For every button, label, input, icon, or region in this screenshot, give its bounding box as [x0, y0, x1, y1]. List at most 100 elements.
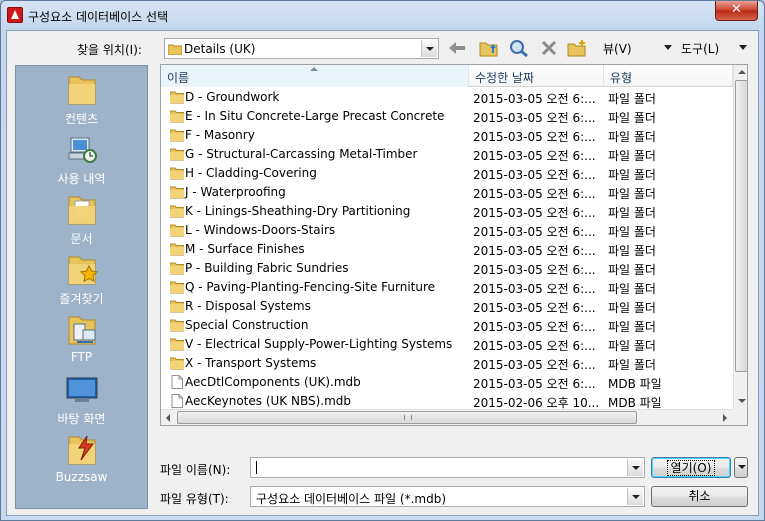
up-folder-icon[interactable]	[479, 39, 499, 57]
open-button[interactable]: 열기(O)	[651, 457, 731, 478]
place-content[interactable]: 컨텐츠	[16, 70, 147, 130]
file-list[interactable]: 이름 수정한 날짜 유형 D - Groundwork 2015-03-05 오전…	[160, 64, 748, 426]
scroll-up-icon[interactable]	[734, 65, 747, 80]
folder-row[interactable]: P - Building Fabric Sundries 2015-03-05 오…	[161, 259, 733, 278]
views-label: 뷰(V)	[603, 42, 632, 56]
scroll-left-icon[interactable]	[161, 410, 177, 425]
file-name: Special Construction	[185, 318, 309, 332]
place-favorites[interactable]: 즐겨찾기	[16, 250, 147, 310]
column-header: 이름 수정한 날짜 유형	[161, 65, 733, 87]
folder-row[interactable]: D - Groundwork 2015-03-05 오전 6:... 파일 폴더	[161, 88, 733, 107]
filetype-select[interactable]: 구성요소 데이터베이스 파일 (*.mdb)	[250, 486, 645, 507]
vertical-scrollbar[interactable]	[733, 65, 747, 409]
folder-icon	[170, 91, 184, 104]
folder-icon	[170, 281, 184, 294]
document-icon	[171, 375, 183, 389]
file-date: 2015-03-05 오전 6:...	[473, 320, 596, 334]
scroll-down-icon[interactable]	[734, 394, 747, 409]
file-date: 2015-03-05 오전 6:...	[473, 130, 596, 144]
file-name: L - Windows-Doors-Stairs	[185, 223, 336, 237]
folder-icon	[170, 338, 184, 351]
file-date: 2015-03-05 오전 6:...	[473, 358, 596, 372]
column-name[interactable]: 이름	[161, 65, 469, 87]
folder-row[interactable]: K - Linings-Sheathing-Dry Partitioning 20…	[161, 202, 733, 221]
place-documents[interactable]: 문서	[16, 190, 147, 250]
vertical-scroll-thumb[interactable]	[735, 80, 747, 372]
folder-icon	[68, 76, 96, 105]
history-icon	[68, 137, 97, 163]
views-menu[interactable]: 뷰(V)	[601, 39, 672, 57]
column-date[interactable]: 수정한 날짜	[469, 65, 604, 87]
folder-icon	[170, 148, 184, 161]
close-button[interactable]: ✕	[715, 1, 758, 21]
folder-row[interactable]: G - Structural-Carcassing Metal-Timber 20…	[161, 145, 733, 164]
window-title: 구성요소 데이터베이스 선택	[28, 10, 169, 24]
folder-row[interactable]: Q - Paving-Planting-Fencing-Site Furnitu…	[161, 278, 733, 297]
file-type: 파일 폴더	[608, 358, 656, 372]
folder-row[interactable]: L - Windows-Doors-Stairs 2015-03-05 오전 6:…	[161, 221, 733, 240]
lookin-label: 찾을 위치(I):	[77, 43, 142, 57]
filetype-label: 파일 유형(T):	[160, 492, 229, 506]
file-name: K - Linings-Sheathing-Dry Partitioning	[185, 204, 411, 218]
column-type-label: 유형	[610, 71, 633, 85]
filename-input[interactable]	[250, 457, 645, 478]
filetype-value: 구성요소 데이터베이스 파일 (*.mdb)	[256, 492, 447, 506]
folder-row[interactable]: F - Masonry 2015-03-05 오전 6:... 파일 폴더	[161, 126, 733, 145]
lookin-value: Details (UK)	[184, 42, 256, 56]
file-date: 2015-03-05 오전 6:...	[473, 225, 596, 239]
tools-label: 도구(L)	[681, 42, 720, 56]
scroll-right-icon[interactable]	[717, 410, 733, 425]
file-type: 파일 폴더	[608, 111, 656, 125]
place-label: 문서	[70, 232, 93, 246]
file-name: M - Surface Finishes	[185, 242, 305, 256]
lookin-combo[interactable]: Details (UK)	[164, 38, 439, 59]
file-name: AecDtlComponents (UK).mdb	[185, 375, 361, 389]
open-options-dropdown[interactable]	[734, 457, 748, 478]
horizontal-scrollbar[interactable]	[161, 409, 733, 425]
autocad-app-icon	[7, 7, 23, 23]
folder-row[interactable]: V - Electrical Supply-Power-Lighting Sys…	[161, 335, 733, 354]
file-date: 2015-03-05 오전 6:...	[473, 168, 596, 182]
folder-icon	[170, 186, 184, 199]
delete-icon[interactable]	[539, 39, 559, 57]
folder-row[interactable]: H - Cladding-Covering 2015-03-05 오전 6:...…	[161, 164, 733, 183]
place-label: 컨텐츠	[64, 112, 99, 126]
place-ftp[interactable]: FTP	[16, 310, 147, 370]
document-icon	[171, 394, 183, 408]
file-name: Q - Paving-Planting-Fencing-Site Furnitu…	[185, 280, 436, 294]
file-date: 2015-03-05 오전 6:...	[473, 263, 596, 277]
folder-row[interactable]: M - Surface Finishes 2015-03-05 오전 6:... 파…	[161, 240, 733, 259]
file-type: 파일 폴더	[608, 263, 656, 277]
file-name: G - Structural-Carcassing Metal-Timber	[185, 147, 418, 161]
file-date: 2015-03-05 오전 6:...	[473, 244, 596, 258]
file-name: J - Waterproofing	[185, 185, 286, 199]
place-desktop[interactable]: 바탕 화면	[16, 370, 147, 430]
folder-icon	[170, 262, 184, 275]
place-label: Buzzsaw	[55, 470, 108, 484]
column-type[interactable]: 유형	[604, 65, 733, 87]
open-button-label: 열기(O)	[666, 460, 716, 476]
folder-icon	[170, 110, 184, 123]
chevron-down-icon[interactable]	[627, 459, 643, 476]
folder-row[interactable]: J - Waterproofing 2015-03-05 오전 6:... 파일 폴…	[161, 183, 733, 202]
back-icon[interactable]	[447, 39, 467, 57]
folder-row[interactable]: R - Disposal Systems 2015-03-05 오전 6:... 파…	[161, 297, 733, 316]
file-row[interactable]: AecDtlComponents (UK).mdb 2015-03-05 오전 6…	[161, 373, 733, 392]
cancel-button[interactable]: 취소	[651, 486, 748, 507]
horizontal-scroll-thumb[interactable]	[177, 411, 637, 424]
chevron-down-icon[interactable]	[627, 488, 643, 505]
title-bar[interactable]: 구성요소 데이터베이스 선택 ✕	[1, 1, 764, 29]
place-history[interactable]: 사용 내역	[16, 130, 147, 190]
new-folder-icon[interactable]	[567, 39, 587, 57]
search-web-icon[interactable]	[509, 39, 529, 57]
file-date: 2015-03-05 오전 6:...	[473, 206, 596, 220]
file-type: 파일 폴더	[608, 130, 656, 144]
folder-row[interactable]: E - In Situ Concrete-Large Precast Concr…	[161, 107, 733, 126]
place-buzzsaw[interactable]: Buzzsaw	[16, 430, 147, 490]
chevron-down-icon[interactable]	[421, 40, 437, 57]
column-date-label: 수정한 날짜	[475, 71, 535, 85]
folder-row[interactable]: Special Construction 2015-03-05 오전 6:... 파…	[161, 316, 733, 335]
folder-row[interactable]: X - Transport Systems 2015-03-05 오전 6:...…	[161, 354, 733, 373]
file-type: 파일 폴더	[608, 168, 656, 182]
tools-menu[interactable]: 도구(L)	[661, 39, 753, 57]
